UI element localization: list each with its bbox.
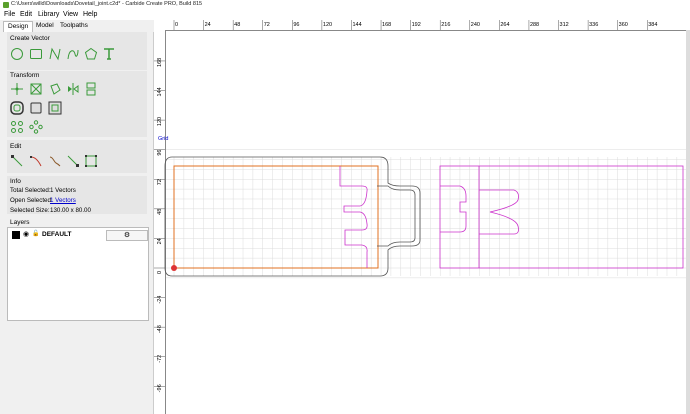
- boolean-icon[interactable]: [29, 101, 43, 115]
- node-edit-icon[interactable]: [10, 154, 24, 168]
- join-icon[interactable]: [48, 154, 62, 168]
- vertical-scrollbar[interactable]: [686, 30, 690, 414]
- tab-model[interactable]: Model: [32, 21, 58, 31]
- title-bar: C:\Users\willd\Downloads\Dovetail_joint.…: [0, 0, 690, 10]
- open-selected-label: Open Selected:: [10, 197, 53, 204]
- circle-tool-icon[interactable]: [10, 47, 24, 61]
- layer-color-swatch[interactable]: [12, 231, 20, 239]
- polygon-tool-icon[interactable]: [84, 47, 98, 61]
- array-icon[interactable]: [10, 120, 24, 134]
- rotate-icon[interactable]: [48, 82, 62, 96]
- total-selected-value: 1 Vectors: [50, 187, 76, 194]
- window-title: C:\Users\willd\Downloads\Dovetail_joint.…: [11, 1, 203, 7]
- scale-icon[interactable]: [29, 82, 43, 96]
- transform-box: [7, 71, 147, 137]
- total-selected-label: Total Selected:: [10, 187, 51, 194]
- menu-file[interactable]: File: [4, 11, 15, 18]
- section-layers: Layers: [10, 219, 30, 226]
- info-open-selected: Open Selected: 1 Vectors: [10, 197, 76, 204]
- ruler-left: [154, 30, 166, 414]
- rectangle-tool-icon[interactable]: [29, 47, 43, 61]
- menu-help[interactable]: Help: [83, 11, 97, 18]
- circular-array-icon[interactable]: [29, 120, 43, 134]
- lock-icon[interactable]: 🔓: [32, 230, 39, 237]
- ruler-top: [165, 18, 690, 31]
- grid-label: Grid: [158, 136, 169, 142]
- layer-name: DEFAULT: [42, 231, 72, 238]
- layers-list: ◉ 🔓 DEFAULT ⚙: [7, 227, 149, 321]
- menu-library[interactable]: Library: [38, 11, 59, 18]
- move-icon[interactable]: [10, 82, 24, 96]
- app-icon: [3, 2, 9, 8]
- fit-box-icon[interactable]: [84, 154, 98, 168]
- menu-view[interactable]: View: [63, 11, 78, 18]
- design-canvas[interactable]: [154, 18, 690, 414]
- layer-settings-button[interactable]: ⚙: [106, 230, 148, 241]
- info-selected-size: Selected Size: 130.00 x 80.00: [10, 207, 91, 214]
- selected-size-value: 130.00 x 80.00: [50, 207, 91, 214]
- tab-design[interactable]: Design: [3, 21, 34, 32]
- panel-tabs: Design Model Toolpaths: [0, 21, 160, 32]
- section-create-vector: Create Vector: [10, 35, 50, 42]
- design-panel: Create Vector Transform Edit Info Total …: [0, 32, 154, 414]
- align-icon[interactable]: [84, 82, 98, 96]
- fillet-icon[interactable]: [48, 101, 62, 115]
- mirror-icon[interactable]: [66, 82, 80, 96]
- polyline-tool-icon[interactable]: [48, 47, 62, 61]
- tab-toolpaths[interactable]: Toolpaths: [56, 21, 92, 31]
- text-tool-icon[interactable]: [102, 47, 116, 61]
- section-info: Info: [10, 178, 21, 185]
- eye-icon[interactable]: ◉: [23, 230, 29, 238]
- trim-icon[interactable]: [29, 154, 43, 168]
- open-selected-link[interactable]: 1 Vectors: [50, 197, 76, 204]
- menu-edit[interactable]: Edit: [20, 11, 32, 18]
- curve-tool-icon[interactable]: [66, 47, 80, 61]
- section-edit: Edit: [10, 143, 22, 150]
- close-vector-icon[interactable]: [66, 154, 80, 168]
- info-total-selected: Total Selected: 1 Vectors: [10, 187, 76, 194]
- selected-size-label: Selected Size:: [10, 207, 50, 214]
- layer-row[interactable]: ◉ 🔓 DEFAULT ⚙: [10, 230, 148, 241]
- offset-icon[interactable]: [10, 101, 24, 115]
- section-transform: Transform: [10, 72, 40, 79]
